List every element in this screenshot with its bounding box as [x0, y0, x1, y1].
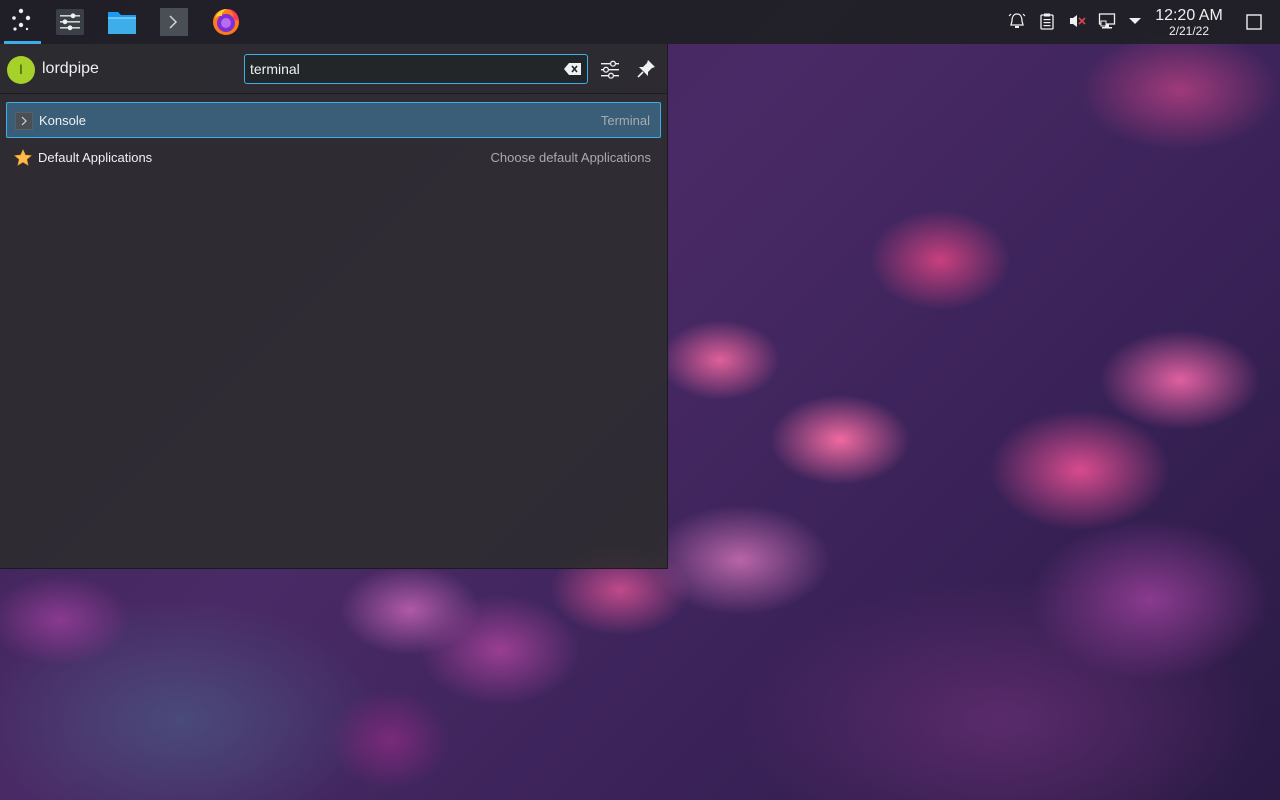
- pin-icon[interactable]: [635, 58, 657, 80]
- clipboard-icon[interactable]: [1038, 12, 1056, 30]
- result-konsole[interactable]: Konsole Terminal: [6, 102, 661, 138]
- application-launcher-icon: [4, 0, 41, 44]
- top-panel: 12:20 AM 2/21/22: [0, 0, 1280, 44]
- search-field[interactable]: [244, 54, 588, 84]
- digital-clock[interactable]: 12:20 AM 2/21/22: [1150, 6, 1228, 38]
- notifications-icon[interactable]: [1008, 12, 1026, 30]
- avatar[interactable]: l: [7, 56, 35, 84]
- volume-muted-icon[interactable]: [1068, 12, 1086, 30]
- clock-date: 2/21/22: [1150, 25, 1228, 38]
- search-input[interactable]: [250, 59, 550, 79]
- result-description: Terminal: [601, 113, 650, 129]
- result-description: Choose default Applications: [491, 150, 651, 166]
- clock-time: 12:20 AM: [1150, 6, 1228, 25]
- result-default-applications[interactable]: Default Applications Choose default Appl…: [6, 140, 661, 176]
- application-launcher-button[interactable]: [4, 0, 41, 44]
- star-icon: [14, 149, 32, 167]
- dolphin-file-manager-icon[interactable]: [107, 7, 137, 37]
- result-name: Konsole: [39, 113, 86, 129]
- username: lordpipe: [42, 59, 99, 79]
- launcher-header: l lordpipe: [0, 44, 667, 94]
- result-name: Default Applications: [38, 150, 152, 166]
- konsole-icon: [15, 112, 33, 130]
- firefox-icon[interactable]: [211, 7, 241, 37]
- tray-expand-arrow-icon[interactable]: [1126, 12, 1144, 30]
- system-settings-icon[interactable]: [55, 7, 85, 37]
- show-desktop-icon[interactable]: [1245, 13, 1263, 31]
- konsole-terminal-icon[interactable]: [159, 7, 189, 37]
- clear-search-icon[interactable]: [564, 62, 582, 76]
- configure-icon[interactable]: [599, 58, 621, 80]
- application-launcher-popup: l lordpipe Konsole: [0, 44, 668, 569]
- network-wired-icon[interactable]: [1098, 12, 1116, 30]
